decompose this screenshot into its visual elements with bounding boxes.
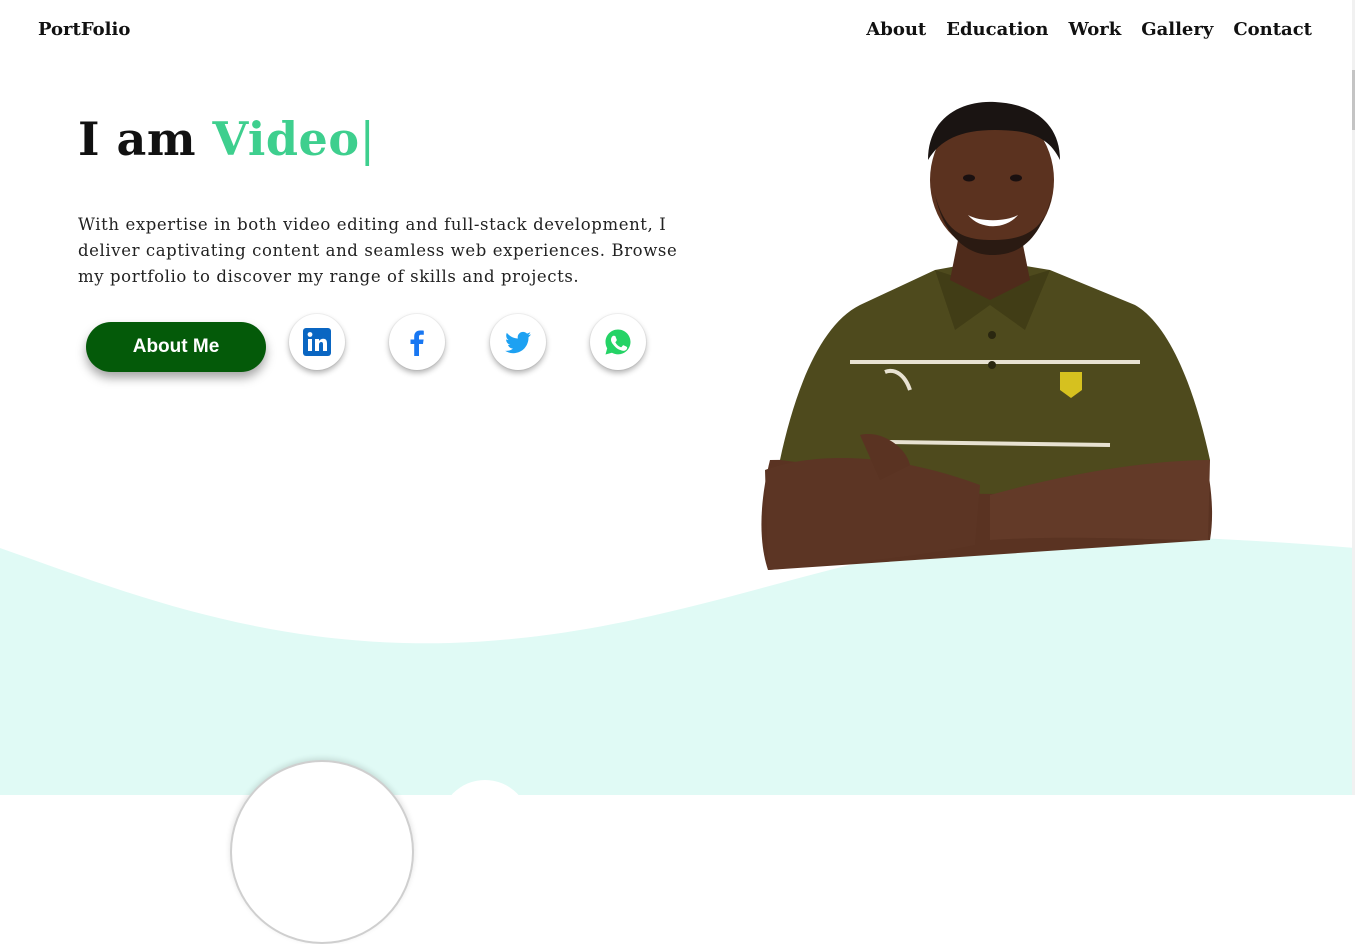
section-card-circle-secondary [440, 780, 530, 870]
profile-photo [761, 101, 1213, 570]
section-card-circle [230, 760, 414, 944]
whatsapp-icon [605, 329, 631, 355]
linkedin-link[interactable] [289, 314, 345, 370]
nav-education[interactable]: Education [946, 19, 1048, 40]
nav-contact[interactable]: Contact [1233, 19, 1312, 40]
twitter-icon [505, 331, 531, 354]
brand-logo[interactable]: PortFolio [38, 19, 130, 40]
linkedin-icon [303, 328, 331, 356]
facebook-link[interactable] [389, 314, 445, 370]
hero-title: I am Video| [78, 112, 376, 166]
nav-work[interactable]: Work [1069, 19, 1122, 40]
about-me-button[interactable]: About Me [86, 322, 266, 372]
main-nav: About Education Work Gallery Contact [866, 19, 1312, 40]
facebook-icon [410, 330, 424, 356]
typing-cursor: | [359, 112, 376, 166]
hero-title-prefix: I am [78, 112, 197, 166]
nav-gallery[interactable]: Gallery [1141, 19, 1213, 40]
nav-about[interactable]: About [866, 19, 926, 40]
twitter-link[interactable] [490, 314, 546, 370]
hero-typed-word: Video [212, 112, 360, 166]
whatsapp-link[interactable] [590, 314, 646, 370]
hero-description: With expertise in both video editing and… [78, 215, 678, 286]
